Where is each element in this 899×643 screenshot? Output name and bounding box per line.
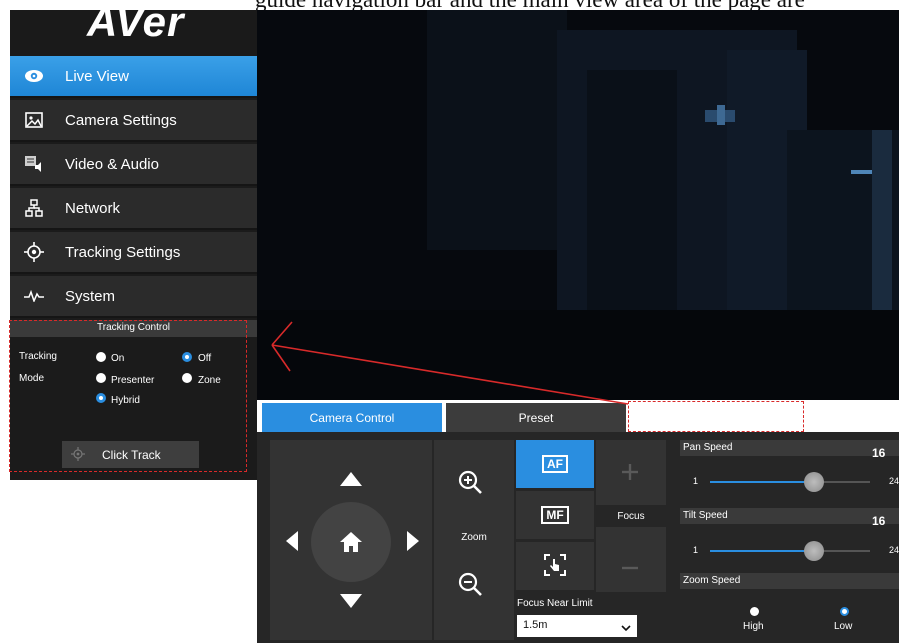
image-icon (24, 110, 44, 130)
focus-near-limit-label: Focus Near Limit (517, 598, 593, 609)
aver-logo: AVer (87, 0, 185, 45)
sidebar-item-label: Network (65, 200, 121, 217)
minus-icon (622, 557, 638, 575)
pan-speed-value: 16 (872, 446, 886, 460)
tilt-speed-knob[interactable] (804, 541, 824, 561)
pan-speed-header: Pan Speed (680, 440, 899, 456)
pan-speed-fill (710, 481, 814, 483)
tilt-speed-label: Tilt Speed (683, 510, 728, 521)
focus-near-button[interactable] (596, 440, 666, 505)
arrow-down-icon[interactable] (340, 594, 362, 613)
sidebar-item-label: System (65, 288, 116, 305)
tab-camera-control[interactable]: Camera Control (262, 403, 442, 432)
tilt-speed-min: 1 (693, 545, 699, 555)
sidebar-item-camera-settings[interactable]: Camera Settings (10, 100, 257, 142)
manual-focus-button[interactable]: MF (516, 491, 594, 539)
zoom-out-icon[interactable] (458, 572, 488, 602)
tilt-speed-fill (710, 550, 814, 552)
pan-speed-knob[interactable] (804, 472, 824, 492)
focus-near-limit-select[interactable]: 1.5m (517, 615, 637, 637)
live-video-view[interactable] (257, 10, 899, 400)
touch-focus-icon (543, 553, 567, 580)
home-button[interactable] (311, 502, 391, 582)
zoom-speed-low-radio[interactable] (840, 607, 849, 616)
touch-focus-button[interactable] (516, 542, 594, 590)
af-bracket-label: AF (542, 455, 568, 473)
sidebar-item-label: Video & Audio (65, 156, 159, 173)
sidebar-item-label: Camera Settings (65, 112, 177, 129)
zoom-in-icon[interactable] (458, 470, 488, 500)
chevron-down-icon (621, 620, 631, 632)
annotation-box-tab-slot (628, 401, 804, 432)
focus-near-limit-value: 1.5m (523, 619, 548, 631)
plus-icon (622, 464, 638, 485)
network-icon (24, 198, 44, 218)
sidebar-item-video-audio[interactable]: Video & Audio (10, 144, 257, 186)
pan-speed-label: Pan Speed (683, 442, 733, 453)
arrow-left-icon[interactable] (286, 531, 298, 556)
sidebar-item-label: Tracking Settings (65, 244, 181, 261)
sidebar-item-live-view[interactable]: Live View (10, 56, 257, 98)
sidebar-item-label: Live View (65, 68, 129, 85)
home-icon (340, 532, 362, 557)
crosshair-icon (24, 242, 44, 262)
tilt-speed-value: 16 (872, 514, 886, 528)
pulse-icon (24, 286, 44, 306)
zoom-speed-header: Zoom Speed (680, 573, 899, 589)
tilt-speed-header: Tilt Speed (680, 508, 899, 524)
arrow-right-icon[interactable] (407, 531, 419, 556)
annotation-box-tracking-control (9, 320, 247, 472)
zoom-speed-low-label: Low (834, 621, 853, 632)
zoom-speed-high-label: High (743, 621, 764, 632)
video-audio-icon (24, 154, 44, 174)
sidebar-item-network[interactable]: Network (10, 188, 257, 230)
top-caption: guide navigation bar and the main view a… (255, 0, 805, 10)
pan-speed-slider[interactable] (710, 472, 870, 492)
pan-speed-min: 1 (693, 476, 699, 486)
sidebar-item-system[interactable]: System (10, 276, 257, 318)
focus-far-button[interactable] (596, 527, 666, 592)
auto-focus-button[interactable]: AF (516, 440, 594, 488)
tab-preset[interactable]: Preset (446, 403, 626, 432)
camera-feed-image (257, 10, 899, 400)
zoom-speed-label: Zoom Speed (683, 575, 741, 586)
mf-bracket-label: MF (541, 506, 569, 524)
focus-label: Focus (617, 511, 645, 522)
zoom-speed-high-radio[interactable] (750, 607, 759, 616)
tilt-speed-max: 24 (889, 545, 899, 555)
arrow-up-icon[interactable] (340, 472, 362, 491)
logo-area: AVer (10, 0, 257, 56)
sidebar-item-tracking-settings[interactable]: Tracking Settings (10, 232, 257, 274)
eye-icon (24, 66, 44, 86)
tilt-speed-slider[interactable] (710, 541, 870, 561)
zoom-label: Zoom (461, 532, 487, 543)
pan-speed-max: 24 (889, 476, 899, 486)
